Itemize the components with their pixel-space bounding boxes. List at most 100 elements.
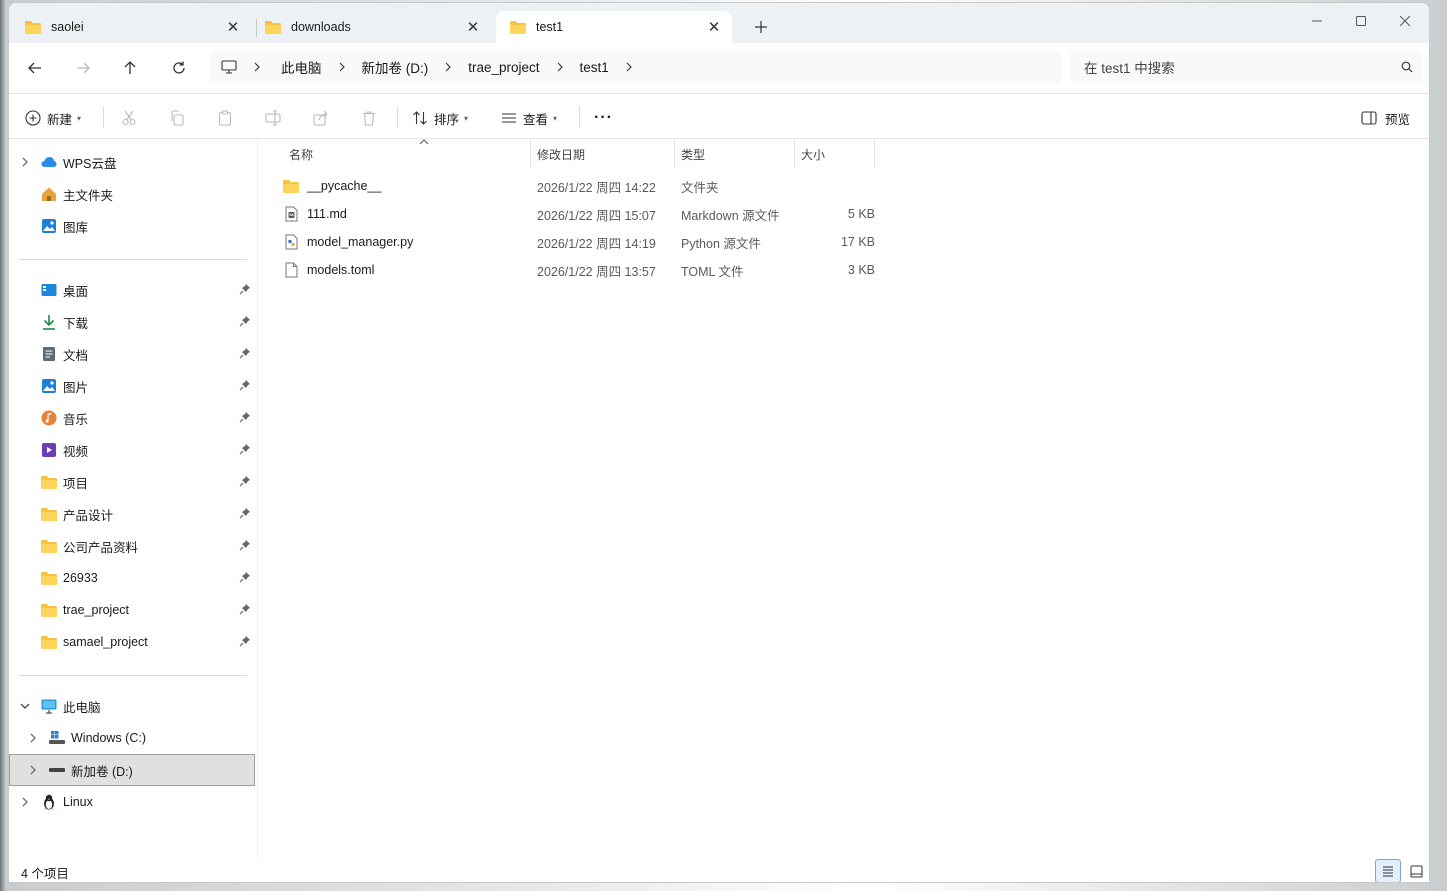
copy-button[interactable] bbox=[169, 105, 185, 131]
chevron-right-icon[interactable] bbox=[17, 797, 33, 807]
pin-icon[interactable] bbox=[239, 539, 251, 551]
refresh-button[interactable] bbox=[163, 54, 195, 82]
close-icon[interactable]: ✕ bbox=[706, 19, 722, 36]
chevron-right-icon[interactable] bbox=[249, 62, 265, 72]
file-name-cell[interactable]: models.toml bbox=[283, 256, 533, 284]
sidebar-item-videos[interactable]: 视频 bbox=[9, 434, 255, 466]
sidebar-item-pictures[interactable]: 图片 bbox=[9, 370, 255, 402]
table-row[interactable]: 111.md 2026/1/22 周四 15:07 Markdown 源文件 5… bbox=[274, 200, 875, 228]
sidebar-item-trae-project[interactable]: trae_project bbox=[9, 594, 255, 626]
chevron-right-icon[interactable] bbox=[552, 62, 568, 72]
file-type: 文件夹 bbox=[681, 180, 719, 195]
breadcrumb[interactable]: 此电脑 新加卷 (D:) trae_project test1 bbox=[209, 51, 1061, 83]
pin-icon[interactable] bbox=[239, 347, 251, 359]
forward-button[interactable] bbox=[67, 54, 99, 82]
close-icon[interactable]: ✕ bbox=[465, 19, 481, 36]
window-close-button[interactable] bbox=[1383, 7, 1427, 35]
column-header-type[interactable]: 类型 bbox=[675, 140, 795, 168]
sort-button[interactable]: 排序 ▾ bbox=[412, 105, 468, 131]
sidebar-item-gallery[interactable]: 图库 bbox=[9, 210, 255, 242]
search-input[interactable]: 在 test1 中搜索 bbox=[1070, 51, 1422, 83]
pin-icon[interactable] bbox=[239, 379, 251, 391]
pane-splitter[interactable] bbox=[257, 140, 258, 858]
sidebar-item-product-design[interactable]: 产品设计 bbox=[9, 498, 255, 530]
pin-icon[interactable] bbox=[239, 411, 251, 423]
folder-icon bbox=[41, 474, 57, 490]
pin-icon[interactable] bbox=[239, 283, 251, 295]
pin-icon[interactable] bbox=[239, 443, 251, 455]
minimize-button[interactable] bbox=[1295, 7, 1339, 35]
sidebar-item-label: 文档 bbox=[63, 348, 89, 363]
sidebar-item-this-pc[interactable]: 此电脑 bbox=[9, 690, 255, 722]
file-name-cell[interactable]: model_manager.py bbox=[283, 228, 533, 256]
video-icon bbox=[41, 442, 57, 458]
table-row[interactable]: models.toml 2026/1/22 周四 13:57 TOML 文件 3… bbox=[274, 256, 875, 284]
chevron-down-icon[interactable] bbox=[17, 702, 33, 710]
breadcrumb-item[interactable]: 此电脑 bbox=[273, 57, 330, 77]
table-row[interactable]: model_manager.py 2026/1/22 周四 14:19 Pyth… bbox=[274, 228, 875, 256]
computer-icon[interactable] bbox=[209, 60, 249, 74]
pin-icon[interactable] bbox=[239, 635, 251, 647]
sort-icon bbox=[413, 111, 427, 125]
paste-button[interactable] bbox=[217, 105, 233, 131]
close-icon[interactable]: ✕ bbox=[225, 19, 241, 36]
tiles-view-button[interactable] bbox=[1403, 859, 1429, 882]
back-button[interactable] bbox=[19, 54, 51, 82]
sidebar-item-downloads[interactable]: 下载 bbox=[9, 306, 255, 338]
more-options-button[interactable]: ··· bbox=[594, 105, 613, 131]
chevron-right-icon[interactable] bbox=[334, 62, 350, 72]
gallery-icon bbox=[41, 218, 57, 234]
tab-test1[interactable]: test1 ✕ bbox=[496, 11, 732, 43]
details-view-button[interactable] bbox=[1375, 859, 1401, 882]
sidebar-item-wps-cloud[interactable]: WPS云盘 bbox=[9, 146, 255, 178]
divider bbox=[19, 259, 247, 260]
sidebar-item-home[interactable]: 主文件夹 bbox=[9, 178, 255, 210]
sidebar-item-drive-d[interactable]: 新加卷 (D:) bbox=[9, 754, 255, 786]
tab-downloads[interactable]: downloads ✕ bbox=[251, 11, 491, 43]
pin-icon[interactable] bbox=[239, 315, 251, 327]
share-icon bbox=[313, 110, 328, 126]
column-header-modified[interactable]: 修改日期 bbox=[531, 140, 675, 168]
column-header-name[interactable]: 名称 bbox=[274, 139, 531, 168]
new-button[interactable]: 新建 ▾ bbox=[25, 105, 81, 131]
more-icon: ··· bbox=[594, 109, 613, 126]
sidebar-item-desktop[interactable]: 桌面 bbox=[9, 274, 255, 306]
up-button[interactable] bbox=[114, 54, 146, 82]
maximize-button[interactable] bbox=[1339, 7, 1383, 35]
cut-button[interactable] bbox=[121, 105, 137, 131]
tab-saolei[interactable]: saolei ✕ bbox=[11, 11, 251, 43]
sidebar-item-music[interactable]: 音乐 bbox=[9, 402, 255, 434]
column-header-size[interactable]: 大小 bbox=[795, 140, 875, 168]
breadcrumb-item[interactable]: test1 bbox=[572, 60, 617, 75]
view-button[interactable]: 查看 ▾ bbox=[501, 105, 557, 131]
sidebar-item-drive-c[interactable]: Windows (C:) bbox=[9, 722, 255, 754]
breadcrumb-item[interactable]: 新加卷 (D:) bbox=[354, 57, 437, 77]
file-type: Python 源文件 bbox=[681, 236, 761, 251]
rename-button[interactable] bbox=[265, 105, 281, 131]
file-name-cell[interactable]: __pycache__ bbox=[283, 172, 533, 200]
preview-button[interactable]: 预览 bbox=[1361, 105, 1410, 131]
pin-icon[interactable] bbox=[239, 475, 251, 487]
share-button[interactable] bbox=[313, 105, 329, 131]
divider bbox=[19, 675, 247, 676]
breadcrumb-item[interactable]: trae_project bbox=[460, 60, 547, 75]
file-name-cell[interactable]: 111.md bbox=[283, 200, 533, 228]
sidebar-item-project[interactable]: 项目 bbox=[9, 466, 255, 498]
sidebar-item-26933[interactable]: 26933 bbox=[9, 562, 255, 594]
chevron-right-icon[interactable] bbox=[25, 733, 41, 743]
new-tab-button[interactable] bbox=[749, 15, 773, 39]
file-name: model_manager.py bbox=[307, 235, 414, 249]
sidebar-item-samael-project[interactable]: samael_project bbox=[9, 626, 255, 658]
pin-icon[interactable] bbox=[239, 603, 251, 615]
table-row[interactable]: __pycache__ 2026/1/22 周四 14:22 文件夹 bbox=[274, 172, 874, 200]
chevron-right-icon[interactable] bbox=[17, 157, 33, 167]
chevron-right-icon[interactable] bbox=[621, 62, 637, 72]
pin-icon[interactable] bbox=[239, 507, 251, 519]
delete-button[interactable] bbox=[361, 105, 377, 131]
sidebar-item-linux[interactable]: Linux bbox=[9, 786, 255, 818]
pin-icon[interactable] bbox=[239, 571, 251, 583]
chevron-right-icon[interactable] bbox=[440, 62, 456, 72]
sidebar-item-company-docs[interactable]: 公司产品资料 bbox=[9, 530, 255, 562]
sidebar-item-documents[interactable]: 文档 bbox=[9, 338, 255, 370]
chevron-right-icon[interactable] bbox=[25, 765, 41, 775]
